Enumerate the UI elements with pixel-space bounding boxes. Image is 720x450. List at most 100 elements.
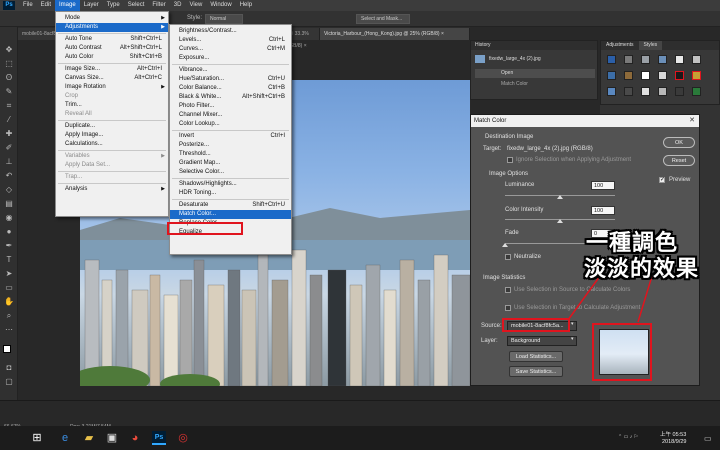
- menu-item-desaturate[interactable]: Desaturate Shift+Ctrl+U: [170, 201, 291, 210]
- more-tools-icon[interactable]: ⋯: [4, 325, 14, 335]
- menu-item-levels[interactable]: Levels... Ctrl+L: [170, 36, 291, 45]
- gradient-tool-icon[interactable]: ▤: [4, 199, 14, 209]
- menu-item-channel-mixer[interactable]: Channel Mixer...: [170, 111, 291, 120]
- menu-item-canvas-size[interactable]: Canvas Size... Alt+Ctrl+C: [56, 74, 168, 83]
- menu-filter[interactable]: Filter: [148, 0, 169, 11]
- menu-item-curves[interactable]: Curves... Ctrl+M: [170, 45, 291, 54]
- doc-tab-active[interactable]: Victoria_Harbour_(Hong_Kong).jpg @ 25% (…: [320, 28, 470, 40]
- notifications-icon[interactable]: ▭: [704, 434, 712, 443]
- tab-styles[interactable]: Styles: [638, 41, 663, 50]
- preview-checkbox[interactable]: [659, 176, 665, 183]
- luminance-slider-thumb[interactable]: [557, 195, 563, 199]
- file-explorer-icon[interactable]: ▰: [82, 431, 96, 445]
- menu-item-analysis[interactable]: Analysis ▶: [56, 185, 168, 194]
- windows-start-icon[interactable]: ⊞: [30, 431, 44, 445]
- style-swatch[interactable]: [692, 71, 701, 80]
- style-swatch[interactable]: [675, 71, 684, 80]
- menu-item-match-color[interactable]: Match Color...: [170, 210, 291, 219]
- style-swatch[interactable]: [624, 71, 633, 80]
- menu-type[interactable]: Type: [103, 0, 124, 11]
- layer-select[interactable]: Background: [507, 336, 577, 346]
- menu-item-threshold[interactable]: Threshold...: [170, 150, 291, 159]
- menu-item-brightness-contrast[interactable]: Brightness/Contrast...: [170, 27, 291, 36]
- color-intensity-slider-thumb[interactable]: [557, 219, 563, 223]
- hand-tool-icon[interactable]: ✋: [4, 297, 14, 307]
- menu-item-posterize[interactable]: Posterize...: [170, 141, 291, 150]
- pen-tool-icon[interactable]: ✒: [4, 241, 14, 251]
- style-swatch[interactable]: [675, 55, 684, 64]
- lasso-tool-icon[interactable]: ʘ: [4, 73, 14, 83]
- history-item-open[interactable]: Open: [475, 69, 595, 78]
- menu-view[interactable]: View: [185, 0, 206, 11]
- healing-tool-icon[interactable]: ✚: [4, 129, 14, 139]
- luminance-input[interactable]: 100: [591, 181, 615, 190]
- stamp-tool-icon[interactable]: ⊥: [4, 157, 14, 167]
- history-brush-tool-icon[interactable]: ↶: [4, 171, 14, 181]
- ok-button[interactable]: OK: [663, 137, 695, 148]
- menu-3d[interactable]: 3D: [170, 0, 186, 11]
- menu-item-apply-image[interactable]: Apply Image...: [56, 131, 168, 140]
- menu-item-mode[interactable]: Mode ▶: [56, 14, 168, 23]
- store-icon[interactable]: ▣: [105, 431, 119, 445]
- style-swatch[interactable]: [607, 55, 616, 64]
- style-swatch[interactable]: [675, 87, 684, 96]
- menu-item-adjustments[interactable]: Adjustments ▶: [56, 23, 168, 32]
- menu-layer[interactable]: Layer: [80, 0, 103, 11]
- load-statistics-button[interactable]: Load Statistics...: [509, 351, 563, 362]
- menu-item-gradient-map[interactable]: Gradient Map...: [170, 159, 291, 168]
- style-swatch[interactable]: [658, 87, 667, 96]
- menu-item-hdr-toning[interactable]: HDR Toning...: [170, 189, 291, 198]
- menu-image[interactable]: Image: [55, 0, 80, 11]
- menu-item-hue-saturation[interactable]: Hue/Saturation... Ctrl+U: [170, 75, 291, 84]
- history-item-match-color[interactable]: Match Color: [501, 81, 528, 87]
- menu-item-selective-color[interactable]: Selective Color...: [170, 168, 291, 177]
- use-selection-source-checkbox[interactable]: [505, 287, 511, 293]
- eraser-tool-icon[interactable]: ◇: [4, 185, 14, 195]
- menu-item-apply-data-set[interactable]: Apply Data Set...: [56, 161, 168, 170]
- menu-item-trim[interactable]: Trim...: [56, 101, 168, 110]
- select-and-mask-button[interactable]: Select and Mask...: [356, 14, 410, 24]
- style-swatch[interactable]: [641, 71, 650, 80]
- menu-item-variables[interactable]: Variables ▶: [56, 152, 168, 161]
- style-swatch[interactable]: [641, 87, 650, 96]
- menu-item-auto-contrast[interactable]: Auto Contrast Alt+Shift+Ctrl+L: [56, 44, 168, 53]
- style-swatch[interactable]: [607, 87, 616, 96]
- quick-mask-icon[interactable]: ◘: [4, 363, 14, 373]
- app-taskbar-icon[interactable]: ◎: [176, 431, 190, 445]
- menu-item-vibrance[interactable]: Vibrance...: [170, 66, 291, 75]
- menu-window[interactable]: Window: [206, 0, 235, 11]
- menu-item-reveal-all[interactable]: Reveal All: [56, 110, 168, 119]
- brush-tool-icon[interactable]: ✐: [4, 143, 14, 153]
- menu-item-crop[interactable]: Crop: [56, 92, 168, 101]
- foreground-color-swatch[interactable]: [3, 345, 11, 353]
- menu-item-photo-filter[interactable]: Photo Filter...: [170, 102, 291, 111]
- menu-help[interactable]: Help: [236, 0, 256, 11]
- style-swatch[interactable]: [624, 55, 633, 64]
- blur-tool-icon[interactable]: ◉: [4, 213, 14, 223]
- type-tool-icon[interactable]: T: [4, 255, 14, 265]
- menu-item-trap[interactable]: Trap...: [56, 173, 168, 182]
- style-swatch[interactable]: [692, 87, 701, 96]
- crop-tool-icon[interactable]: ⌗: [4, 101, 14, 111]
- style-swatch[interactable]: [641, 55, 650, 64]
- style-swatch[interactable]: [624, 87, 633, 96]
- menu-item-auto-color[interactable]: Auto Color Shift+Ctrl+B: [56, 53, 168, 62]
- close-icon[interactable]: ✕: [689, 115, 695, 127]
- zoom-tool-icon[interactable]: ⌕: [4, 311, 14, 321]
- chrome-icon[interactable]: ◕: [128, 431, 142, 445]
- menu-item-image-rotation[interactable]: Image Rotation ▶: [56, 83, 168, 92]
- style-swatch[interactable]: [658, 55, 667, 64]
- menu-item-color-lookup[interactable]: Color Lookup...: [170, 120, 291, 129]
- neutralize-checkbox[interactable]: [505, 254, 511, 260]
- photoshop-taskbar-icon[interactable]: Ps: [152, 431, 166, 445]
- shape-tool-icon[interactable]: ▭: [4, 283, 14, 293]
- menu-select[interactable]: Select: [124, 0, 149, 11]
- path-select-tool-icon[interactable]: ➤: [4, 269, 14, 279]
- tab-adjustments[interactable]: Adjustments: [601, 41, 639, 50]
- menu-item-duplicate[interactable]: Duplicate...: [56, 122, 168, 131]
- menu-file[interactable]: File: [19, 0, 37, 11]
- style-swatch[interactable]: [658, 71, 667, 80]
- dodge-tool-icon[interactable]: ●: [4, 227, 14, 237]
- menu-item-exposure[interactable]: Exposure...: [170, 54, 291, 63]
- menu-item-image-size[interactable]: Image Size... Alt+Ctrl+I: [56, 65, 168, 74]
